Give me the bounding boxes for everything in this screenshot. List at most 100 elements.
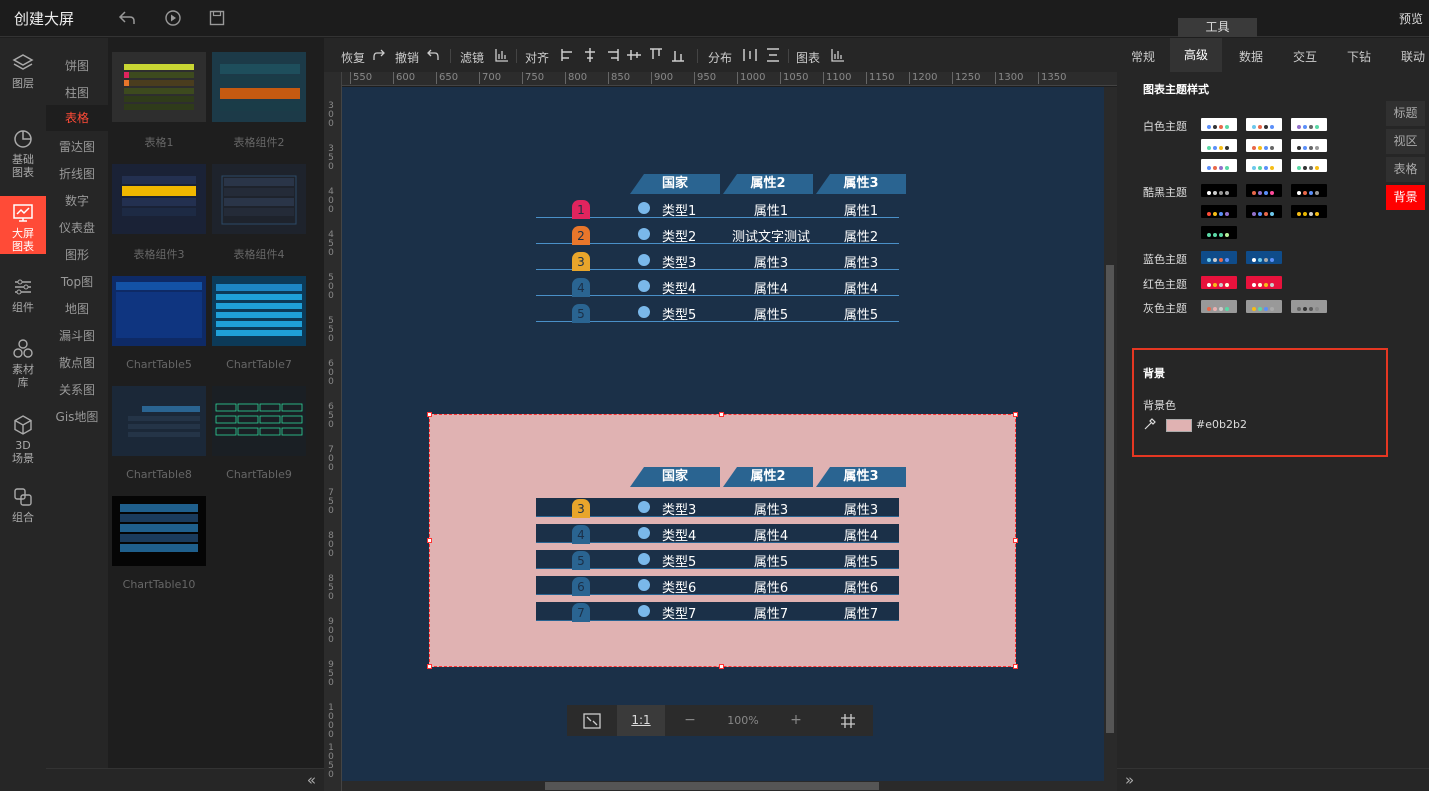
theme-swatch[interactable] xyxy=(1246,159,1282,172)
nav-item-material[interactable]: 素材库 xyxy=(0,338,46,394)
chart-icon[interactable] xyxy=(830,47,846,66)
theme-swatch[interactable] xyxy=(1246,118,1282,131)
preview-button[interactable]: 预览 xyxy=(1399,10,1423,27)
thumbnail-charttable8[interactable] xyxy=(112,386,206,456)
side-tab-table[interactable]: 表格 xyxy=(1386,157,1425,182)
background-color-swatch[interactable] xyxy=(1166,419,1192,432)
table-widget-2[interactable]: 国家 属性2 属性3 3 类型3 属性3 属性3 4 类型4 属性4 属性4 5 类型5 属性5 属性… xyxy=(536,467,906,627)
side-tab-background[interactable]: 背景 xyxy=(1386,185,1425,210)
thumbnail-table1[interactable] xyxy=(112,52,206,122)
save-icon[interactable] xyxy=(208,9,226,27)
theme-swatch[interactable] xyxy=(1291,139,1327,152)
nav-item-components[interactable]: 组件 xyxy=(0,276,46,320)
thumbnail-table3[interactable] xyxy=(112,164,206,234)
theme-swatch[interactable] xyxy=(1201,139,1237,152)
theme-swatch[interactable] xyxy=(1246,205,1282,218)
distribute-button[interactable]: 分布 xyxy=(708,49,732,66)
category-item[interactable]: 饼图 xyxy=(46,57,108,74)
tab-drilldown[interactable]: 下钻 xyxy=(1347,48,1371,65)
theme-swatch[interactable] xyxy=(1246,276,1282,289)
category-item[interactable]: 仪表盘 xyxy=(46,219,108,236)
theme-swatch[interactable] xyxy=(1246,251,1282,264)
back-icon[interactable] xyxy=(118,9,136,27)
align-right-icon[interactable] xyxy=(604,47,620,66)
theme-swatch[interactable] xyxy=(1291,184,1327,197)
resize-handle[interactable] xyxy=(1013,538,1018,543)
redo-icon[interactable] xyxy=(371,47,387,66)
thumbnail-charttable5[interactable] xyxy=(112,276,206,346)
align-left-icon[interactable] xyxy=(560,47,576,66)
theme-swatch[interactable] xyxy=(1201,226,1237,239)
theme-swatch[interactable] xyxy=(1246,184,1282,197)
align-center-icon[interactable] xyxy=(582,47,598,66)
side-tab-viewport[interactable]: 视区 xyxy=(1386,129,1425,154)
collapse-right-icon[interactable]: » xyxy=(1125,771,1134,789)
category-item[interactable]: 关系图 xyxy=(46,381,108,398)
category-item[interactable]: 地图 xyxy=(46,300,108,317)
undo-button[interactable]: 撤销 xyxy=(395,49,419,66)
background-color-value[interactable]: #e0b2b2 xyxy=(1196,418,1247,431)
grid-icon[interactable] xyxy=(823,705,873,736)
category-item[interactable]: 散点图 xyxy=(46,354,108,371)
ratio-1-1-button[interactable]: 1:1 xyxy=(617,705,665,736)
vertical-scroll-thumb[interactable] xyxy=(1106,265,1114,733)
nav-item-basic-charts[interactable]: 基础图表 xyxy=(0,128,46,180)
nav-item-layers[interactable]: 图层 xyxy=(0,52,46,100)
theme-swatch[interactable] xyxy=(1201,205,1237,218)
tab-general[interactable]: 常规 xyxy=(1131,48,1155,65)
side-tab-title[interactable]: 标题 xyxy=(1386,101,1425,126)
category-item[interactable]: 雷达图 xyxy=(46,138,108,155)
theme-swatch[interactable] xyxy=(1201,300,1237,313)
resize-handle[interactable] xyxy=(1013,412,1018,417)
thumbnail-table4[interactable] xyxy=(212,164,306,234)
table-widget-1[interactable]: 国家 属性2 属性3 1 类型1 属性1 属性1 2 类型2 测试文字测试 属性2 3 类型3 属性… xyxy=(536,174,906,324)
zoom-out-button[interactable]: − xyxy=(665,705,715,736)
theme-swatch[interactable] xyxy=(1201,159,1237,172)
align-bottom-icon[interactable] xyxy=(670,47,686,66)
align-middle-icon[interactable] xyxy=(626,47,642,66)
tools-tab[interactable]: 工具 xyxy=(1178,18,1257,37)
distribute-vertical-icon[interactable] xyxy=(765,47,781,66)
theme-swatch[interactable] xyxy=(1291,205,1327,218)
resize-handle[interactable] xyxy=(1013,664,1018,669)
collapse-left-icon[interactable]: « xyxy=(307,771,316,789)
category-item[interactable]: 图形 xyxy=(46,246,108,263)
category-item[interactable]: 折线图 xyxy=(46,165,108,182)
thumbnail-charttable9[interactable] xyxy=(212,386,306,456)
theme-swatch[interactable] xyxy=(1201,251,1237,264)
theme-swatch[interactable] xyxy=(1201,184,1237,197)
tab-linkage[interactable]: 联动 xyxy=(1401,48,1425,65)
thumbnail-charttable7[interactable] xyxy=(212,276,306,346)
resize-handle[interactable] xyxy=(427,412,432,417)
resize-handle[interactable] xyxy=(719,412,724,417)
bar-chart-icon[interactable] xyxy=(494,47,510,66)
eyedropper-icon[interactable] xyxy=(1143,417,1157,434)
tab-advanced[interactable]: 高级 xyxy=(1170,38,1223,72)
chart-button[interactable]: 图表 xyxy=(796,49,820,66)
theme-swatch[interactable] xyxy=(1201,118,1237,131)
resize-handle[interactable] xyxy=(427,664,432,669)
category-item[interactable]: Top图 xyxy=(46,273,108,290)
category-item[interactable]: 数字 xyxy=(46,192,108,209)
nav-item-3d-scene[interactable]: 3D场景 xyxy=(0,414,46,470)
align-button[interactable]: 对齐 xyxy=(525,49,549,66)
filter-button[interactable]: 滤镜 xyxy=(460,49,484,66)
align-top-icon[interactable] xyxy=(648,47,664,66)
theme-swatch[interactable] xyxy=(1246,139,1282,152)
thumbnail-table2[interactable] xyxy=(212,52,306,122)
theme-swatch[interactable] xyxy=(1246,300,1282,313)
resize-handle[interactable] xyxy=(719,664,724,669)
category-item-active[interactable]: 表格 xyxy=(46,105,108,131)
tab-interaction[interactable]: 交互 xyxy=(1293,48,1317,65)
nav-item-group[interactable]: 组合 xyxy=(0,486,46,530)
redo-button[interactable]: 恢复 xyxy=(341,49,365,66)
theme-swatch[interactable] xyxy=(1291,118,1327,131)
category-item[interactable]: 柱图 xyxy=(46,84,108,101)
play-icon[interactable] xyxy=(164,9,182,27)
category-item[interactable]: 漏斗图 xyxy=(46,327,108,344)
fit-screen-icon[interactable] xyxy=(567,705,617,736)
zoom-in-button[interactable]: + xyxy=(771,705,821,736)
theme-swatch[interactable] xyxy=(1291,159,1327,172)
theme-swatch[interactable] xyxy=(1291,300,1327,313)
undo-icon[interactable] xyxy=(425,47,441,66)
